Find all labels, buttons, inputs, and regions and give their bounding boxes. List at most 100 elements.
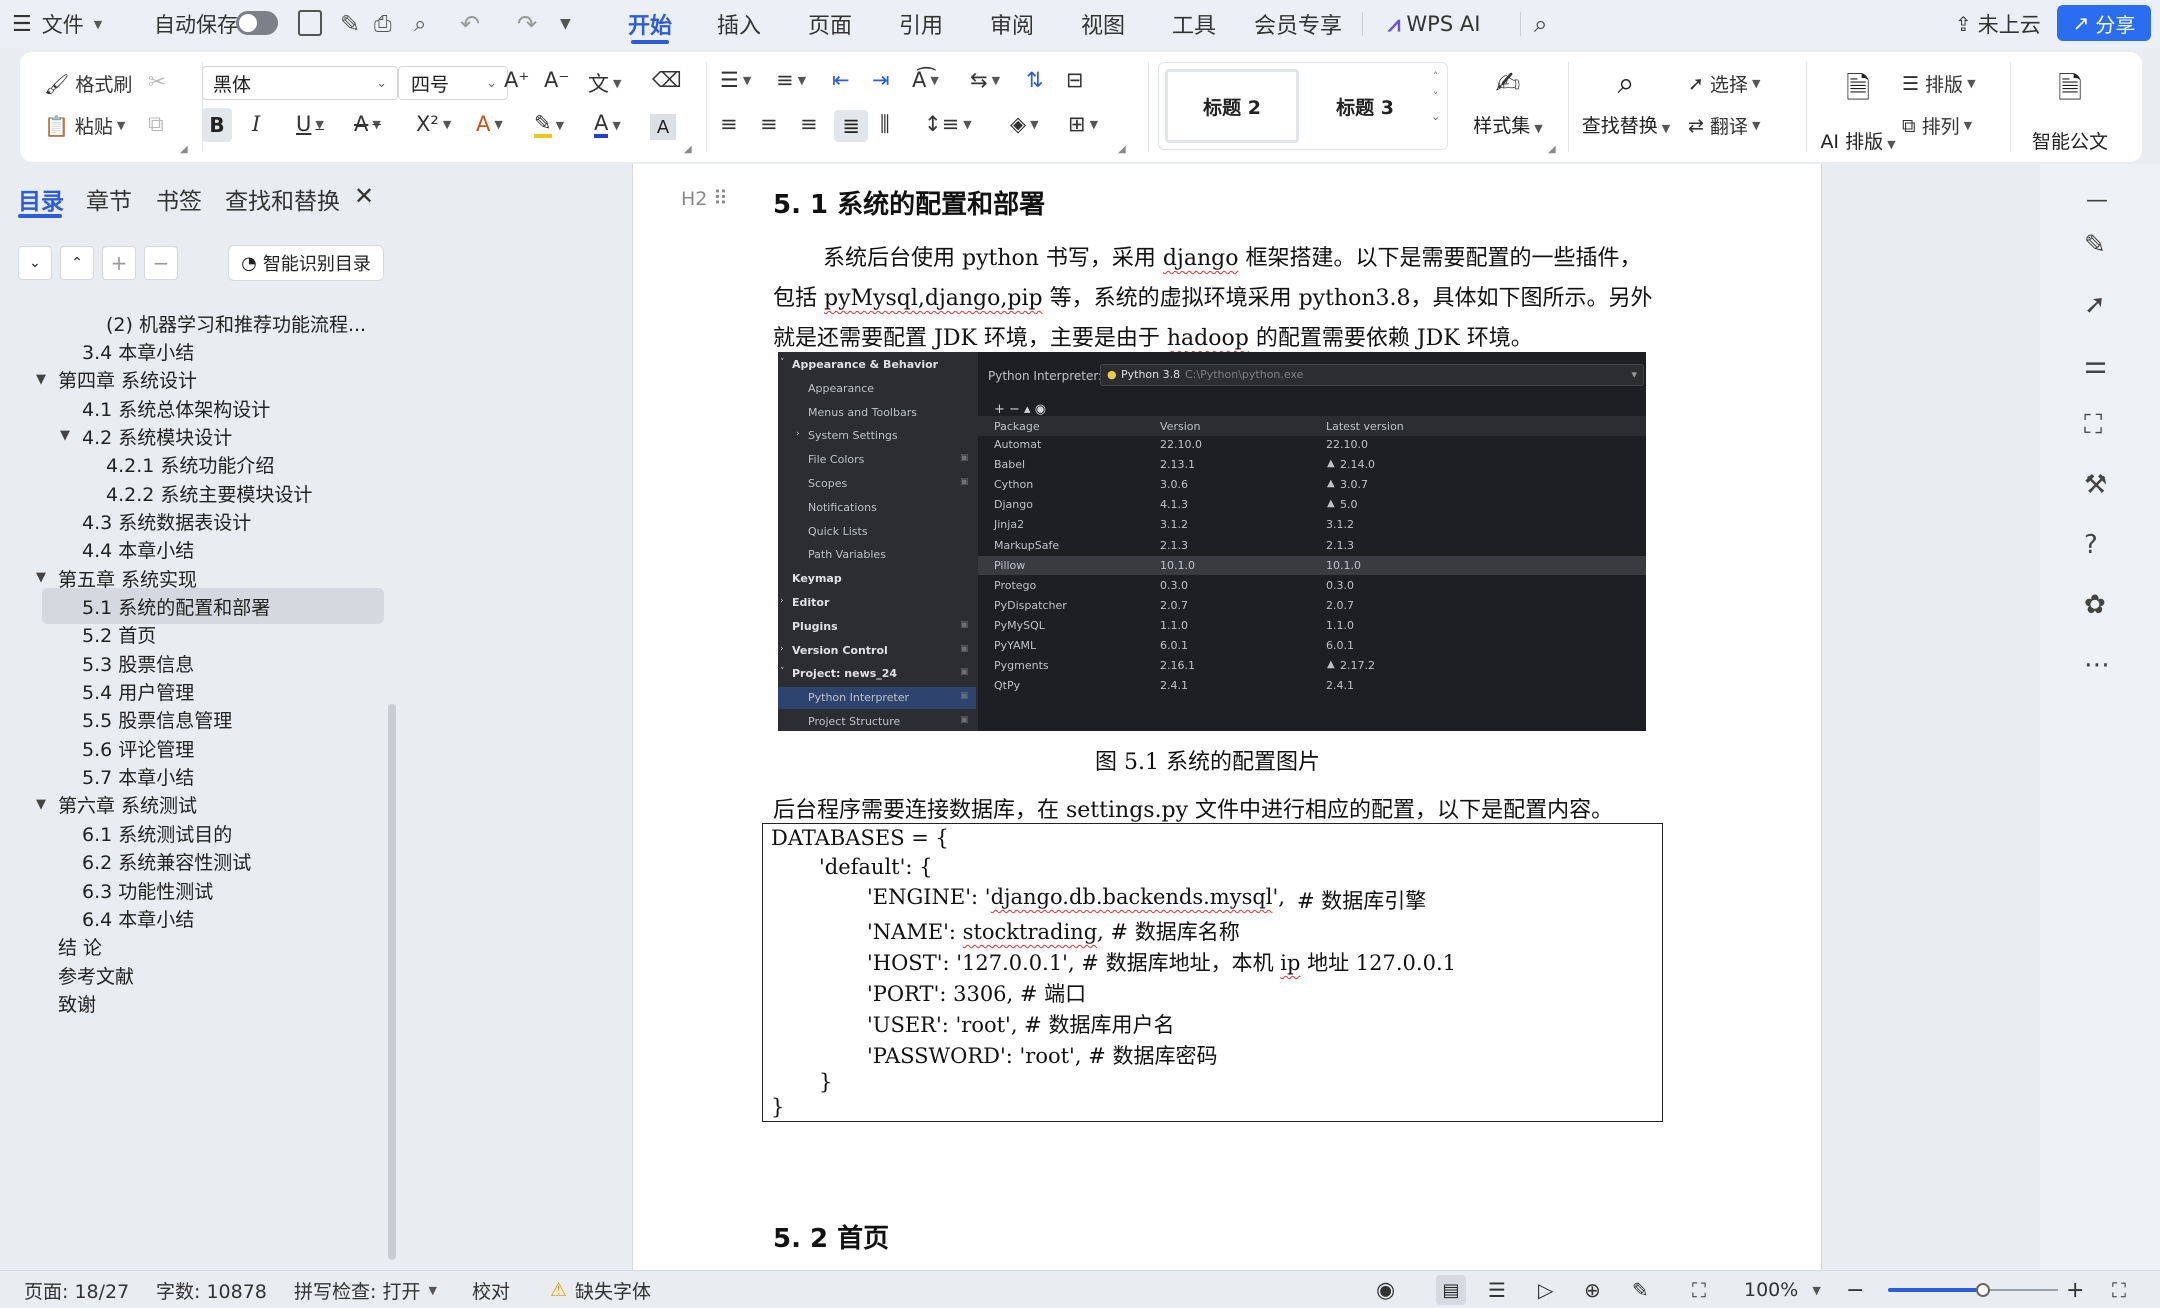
ai-layout-button[interactable]: 🗎 AI 排版 ▼ [1810, 66, 1906, 154]
proofread-button[interactable]: 校对 [472, 1271, 510, 1308]
collapse-all-icon[interactable]: ⌄ [18, 246, 52, 280]
zoom-in-icon[interactable]: + [2066, 1271, 2084, 1308]
highlight-button[interactable]: ✎ ▼ [534, 112, 564, 138]
style-heading-2[interactable]: 标题 2 [1165, 69, 1299, 143]
distributed-icon[interactable]: ⫼ [880, 112, 890, 137]
smart-toc-button[interactable]: ◔ 智能识别目录 [228, 245, 384, 281]
drag-handle-icon[interactable]: ⠿ [713, 186, 728, 210]
save-icon[interactable] [298, 10, 322, 36]
print-preview-icon[interactable]: ⌕ [414, 0, 426, 48]
dialog-launcher-icon[interactable]: ◢ [684, 144, 692, 155]
toc-expand-caret-icon[interactable]: ▼ [36, 570, 46, 585]
dialog-launcher-icon[interactable]: ◢ [1548, 144, 1556, 155]
grow-font-icon[interactable]: A⁺ [504, 68, 529, 92]
page-indicator[interactable]: 页面: 18/27 [24, 1271, 129, 1308]
align-right-icon[interactable]: ≡ [800, 112, 818, 136]
increase-indent-icon[interactable]: ⇥ [872, 68, 890, 92]
align-left-icon[interactable]: ≡ [720, 112, 738, 136]
toc-item[interactable]: 致谢 [58, 986, 96, 1020]
shading-icon[interactable]: ◈ ▼ [1010, 112, 1039, 136]
tab-home[interactable]: 开始 [620, 0, 680, 48]
search-icon[interactable]: ⌕ [1534, 0, 1547, 48]
share-button[interactable]: ↗ 分享 [2057, 5, 2151, 41]
tab-toc[interactable]: 目录 [18, 182, 64, 216]
spellcheck-toggle[interactable]: 拼写检查: 打开 ▼ [294, 1271, 437, 1308]
fit-page-icon[interactable]: ⛶ [1692, 1271, 1706, 1308]
minimize-icon[interactable]: — [2086, 188, 2108, 213]
copy-icon[interactable]: ⧉ [148, 112, 164, 137]
character-shading-icon[interactable]: A [650, 114, 676, 140]
phonetic-guide-icon[interactable]: 文 ▼ [588, 68, 621, 98]
zoom-slider-thumb[interactable] [1976, 1283, 1991, 1297]
chinese-layout-icon[interactable]: A͡ ▼ [912, 68, 939, 92]
autosave-toggle[interactable] [236, 11, 278, 35]
show-marks-icon[interactable]: ⊟ [1066, 68, 1084, 92]
find-replace-button[interactable]: ⌕ 查找替换 ▼ [1578, 66, 1674, 138]
translate-button[interactable]: ⇄ 翻译 ▼ [1688, 112, 1760, 139]
undo-icon[interactable]: ↶ [460, 0, 480, 48]
paste-button[interactable]: 📋 粘贴 ▼ [44, 112, 125, 139]
help-icon[interactable]: ? [2084, 530, 2098, 560]
missing-font-button[interactable]: ⚠ 缺失字体 [550, 1271, 651, 1308]
expand-all-icon[interactable]: ⌃ [60, 246, 94, 280]
tools-icon[interactable]: ⚒ [2084, 470, 2107, 500]
fullscreen-icon[interactable]: ⛶ [2112, 1271, 2126, 1308]
font-name-select[interactable]: 黑体 ⌄ [202, 66, 398, 100]
write-mode-icon[interactable]: ✎ [1632, 1271, 1649, 1308]
close-panel-icon[interactable]: ✕ [354, 182, 374, 210]
zoom-select[interactable]: 100% ▼ [1744, 1271, 1821, 1308]
web-view-icon[interactable]: ⊕ [1584, 1271, 1601, 1308]
zoom-out-icon[interactable]: − [1846, 1271, 1864, 1308]
style-set-button[interactable]: ✍ 样式集 ▼ [1468, 66, 1548, 138]
remove-entry-icon[interactable]: − [144, 246, 178, 280]
adjust-sliders-icon[interactable]: ⚌ [2084, 350, 2107, 380]
toc-scrollbar[interactable] [388, 704, 396, 1260]
font-size-select[interactable]: 四号 ⌄ [398, 66, 508, 100]
edit-pen-icon[interactable]: ✎ [2084, 230, 2106, 260]
cloud-status[interactable]: ⇪ 未上云 [1955, 0, 2041, 48]
more-icon[interactable]: ⋯ [2084, 650, 2110, 680]
sort-icon[interactable]: ⇅ [1026, 68, 1044, 92]
cut-icon[interactable]: ✂ [148, 70, 166, 95]
tab-find-replace[interactable]: 查找和替换 [225, 182, 340, 216]
numbered-list-icon[interactable]: ≡ ▼ [776, 68, 806, 92]
text-effect-button[interactable]: A ▼ [476, 112, 503, 136]
format-painter-button[interactable]: 🖌 格式刷 [44, 70, 132, 97]
line-spacing-icon[interactable]: ↕≡ ▼ [924, 112, 972, 136]
tab-tools[interactable]: 工具 [1164, 0, 1224, 48]
font-color-button[interactable]: A ▼ [594, 112, 621, 138]
dialog-launcher-icon[interactable]: ◢ [180, 144, 188, 155]
superscript-button[interactable]: X² ▼ [416, 112, 451, 136]
toc-expand-caret-icon[interactable]: ▼ [60, 428, 70, 443]
pen-icon[interactable]: ✎ [340, 0, 360, 48]
cursor-select-icon[interactable]: ➚ [2084, 290, 2106, 320]
zoom-slider[interactable] [1888, 1283, 2058, 1297]
tab-page[interactable]: 页面 [800, 0, 860, 48]
gallery-scroll-icon[interactable]: ˄ ˅ ⌄ [1431, 67, 1440, 127]
toc-expand-caret-icon[interactable]: ▼ [36, 797, 46, 812]
italic-button[interactable]: I [252, 112, 260, 136]
tab-reference[interactable]: 引用 [891, 0, 951, 48]
toc-expand-caret-icon[interactable]: ▼ [36, 372, 46, 387]
underline-button[interactable]: U ▼ [296, 112, 324, 136]
quick-access-more-icon[interactable]: ▼ [560, 0, 571, 48]
justify-icon[interactable]: ≣ [834, 110, 868, 142]
tab-member[interactable]: 会员专享 [1250, 0, 1346, 48]
bold-button[interactable]: B [202, 108, 232, 142]
dialog-launcher-icon[interactable]: ◢ [1118, 144, 1126, 155]
outline-view-icon[interactable]: ☰ [1488, 1271, 1506, 1308]
align-center-icon[interactable]: ≡ [760, 112, 778, 136]
bullet-list-icon[interactable]: ☰ ▼ [720, 68, 751, 92]
tab-review[interactable]: 审阅 [982, 0, 1042, 48]
text-direction-icon[interactable]: ⇆ ▼ [970, 68, 1000, 92]
clear-format-icon[interactable]: ⌫ [652, 68, 682, 92]
wps-ai-button[interactable]: ⩘ WPS AI [1388, 0, 1480, 48]
tab-view[interactable]: 视图 [1073, 0, 1133, 48]
image-tool-icon[interactable]: ⛶ [2084, 410, 2102, 441]
tab-chapters[interactable]: 章节 [86, 182, 132, 216]
decrease-indent-icon[interactable]: ⇤ [832, 68, 850, 92]
add-entry-icon[interactable]: + [102, 246, 136, 280]
plugin-icon[interactable]: ✿ [2084, 590, 2106, 620]
arrange-button[interactable]: ⧉ 排列 ▼ [1902, 112, 1972, 139]
select-button[interactable]: ➚ 选择 ▼ [1688, 70, 1760, 97]
